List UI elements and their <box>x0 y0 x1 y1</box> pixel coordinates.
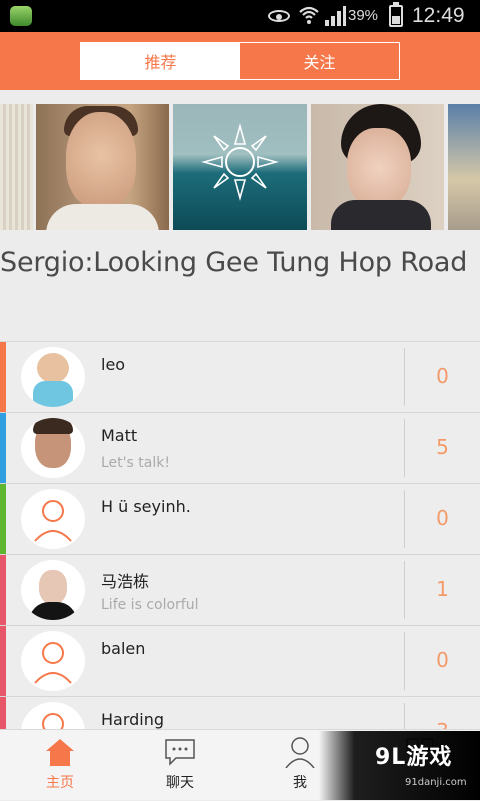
clock: 12:49 <box>412 4 465 27</box>
list-item[interactable]: Matt Let's talk! 5 <box>0 413 480 484</box>
default-avatar-icon <box>42 713 64 729</box>
user-list: leo 0 Matt Let's talk! 5 H ü seyinh. 0 马… <box>0 341 480 729</box>
user-count: 5 <box>436 435 449 459</box>
chat-icon <box>165 739 195 766</box>
user-count: 0 <box>436 506 449 530</box>
tab-home-label: 主页 <box>46 775 74 791</box>
battery-percentage: 39% <box>348 7 379 24</box>
eye-icon <box>268 10 290 22</box>
list-item[interactable]: balen 0 <box>0 626 480 697</box>
user-name: leo <box>101 355 126 374</box>
status-bar: 39% 12:49 <box>0 0 480 32</box>
watermark-url: 91danji.com <box>405 777 467 788</box>
segmented-control: 推荐 关注 <box>80 42 400 80</box>
tab-chat[interactable]: 聊天 <box>120 730 240 801</box>
user-count: 1 <box>436 577 449 601</box>
featured-headline[interactable]: Sergio:Looking Gee Tung Hop Road <box>0 246 470 280</box>
tab-chat-label: 聊天 <box>166 775 194 791</box>
accent-bar <box>0 555 6 625</box>
accent-bar <box>0 626 6 696</box>
user-name: 马浩栋 <box>101 572 150 591</box>
list-item[interactable]: H ü seyinh. 0 <box>0 484 480 555</box>
accent-bar <box>0 697 6 729</box>
user-count: 3 <box>405 719 480 729</box>
user-count: 0 <box>436 364 449 388</box>
signal-icon <box>325 6 346 26</box>
avatar[interactable] <box>21 489 85 549</box>
avatar[interactable] <box>21 418 85 478</box>
featured-photo-strip[interactable] <box>0 104 480 230</box>
tab-recommend[interactable]: 推荐 <box>81 43 240 79</box>
featured-photo[interactable] <box>36 104 169 230</box>
avatar[interactable] <box>21 702 85 729</box>
user-name: H ü seyinh. <box>101 497 191 516</box>
featured-photo[interactable] <box>0 104 33 230</box>
accent-bar <box>0 413 6 483</box>
wifi-icon <box>299 6 319 24</box>
avatar[interactable] <box>21 631 85 691</box>
person-icon <box>285 737 315 768</box>
app-notification-icon <box>10 6 32 26</box>
default-avatar-icon <box>34 642 72 684</box>
avatar[interactable] <box>21 347 85 407</box>
list-item[interactable]: 马浩栋 Life is colorful 1 <box>0 555 480 626</box>
user-status: Life is colorful <box>101 597 199 613</box>
accent-bar <box>0 484 6 554</box>
battery-icon <box>389 2 403 27</box>
featured-photo[interactable] <box>311 104 444 230</box>
user-count: 0 <box>436 648 449 672</box>
tab-follow[interactable]: 关注 <box>240 43 399 79</box>
top-header: 推荐 关注 <box>0 32 480 90</box>
list-item[interactable]: leo 0 <box>0 342 480 413</box>
watermark-logo: 9L游戏 91danji.com <box>319 731 480 800</box>
watermark-text: 9L游戏 <box>375 745 453 770</box>
accent-bar <box>0 342 6 412</box>
avatar[interactable] <box>21 560 85 620</box>
user-status: Let's talk! <box>101 455 170 471</box>
default-avatar-icon <box>34 500 72 542</box>
user-name: balen <box>101 639 146 658</box>
featured-photo[interactable] <box>448 104 480 230</box>
home-icon <box>46 739 74 766</box>
user-name: Matt <box>101 426 138 445</box>
list-item[interactable]: Harding 3 <box>0 697 480 729</box>
user-name: Harding <box>101 710 165 729</box>
tab-home[interactable]: 主页 <box>0 730 120 801</box>
featured-photo[interactable] <box>173 104 307 230</box>
sun-icon <box>201 123 279 201</box>
